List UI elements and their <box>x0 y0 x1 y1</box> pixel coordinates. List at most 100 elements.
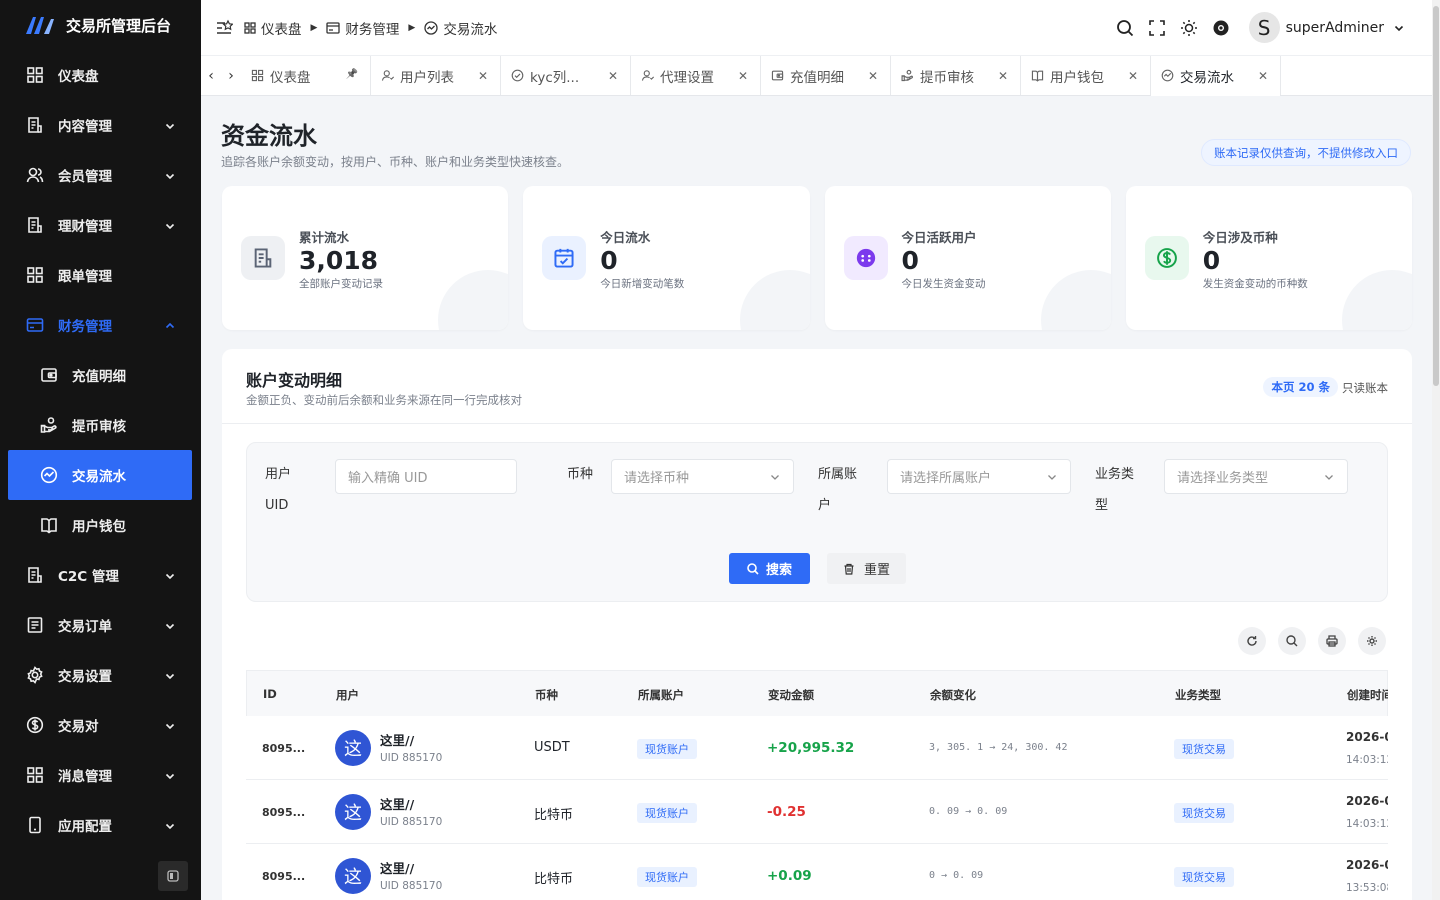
close-icon[interactable]: ✕ <box>478 69 488 83</box>
breadcrumb-item-dashboard[interactable]: 仪表盘 <box>244 18 302 38</box>
page-scrollbar[interactable] <box>1432 0 1440 900</box>
sidebar-item-label: C2C 管理 <box>58 569 119 585</box>
sidebar-item-11[interactable]: 交易订单 <box>0 600 201 650</box>
menu-fold-button[interactable] <box>214 18 234 38</box>
tab-7[interactable]: 交易流水 ✕ <box>1151 56 1281 96</box>
tab-3[interactable]: 代理设置 ✕ <box>631 56 761 95</box>
sidebar-item-4[interactable]: 跟单管理 <box>0 250 201 300</box>
sidebar-item-14[interactable]: 消息管理 <box>0 750 201 800</box>
search-button[interactable]: 搜索 <box>729 553 810 584</box>
print-button[interactable] <box>1318 627 1346 655</box>
uid-input[interactable]: 输入精确 UID <box>335 459 517 494</box>
tab-scroll-left-button[interactable]: ‹ <box>201 56 221 95</box>
sidebar-item-7[interactable]: 提币审核 <box>0 400 201 450</box>
created-date: 2026-0 <box>1346 858 1388 872</box>
sidebar-item-10[interactable]: C2C 管理 <box>0 550 201 600</box>
sidebar-item-3[interactable]: 理财管理 <box>0 200 201 250</box>
breadcrumb-item-finance[interactable]: 财务管理 <box>326 18 399 38</box>
grid-icon <box>244 21 256 34</box>
tab-0[interactable]: 仪表盘 📌 <box>241 56 371 95</box>
grid-icon <box>26 766 44 784</box>
sidebar-item-label: 仪表盘 <box>58 69 99 85</box>
sidebar-item-icon-wrap <box>40 516 58 534</box>
close-icon[interactable]: ✕ <box>868 69 878 83</box>
stat-decoration <box>1040 270 1111 330</box>
stat-value: 3,018 <box>299 246 379 275</box>
tab-4[interactable]: 充值明细 ✕ <box>761 56 891 95</box>
reset-button[interactable]: 重置 <box>827 553 906 584</box>
coin-select[interactable]: 请选择币种 <box>611 459 794 494</box>
user-name: 这里// <box>380 733 415 748</box>
biz-type-select[interactable]: 请选择业务类型 <box>1164 459 1348 494</box>
refresh-button[interactable] <box>1238 627 1266 655</box>
tab-5[interactable]: 提币审核 ✕ <box>891 56 1021 95</box>
account-select[interactable]: 请选择所属账户 <box>887 459 1071 494</box>
close-icon[interactable]: ✕ <box>1258 69 1268 83</box>
table-row[interactable]: 8095... 这这里// UID 885170 比特币 现货账户 -0.25 0. 09 … <box>246 780 1388 844</box>
tab-2[interactable]: kyc列... ✕ <box>501 56 631 95</box>
column-header-3[interactable]: 所属账户 <box>638 687 684 703</box>
column-header-2[interactable]: 币种 <box>535 687 558 703</box>
sidebar-item-icon-wrap <box>26 566 44 584</box>
created-time: 13:53:08 <box>1346 882 1388 894</box>
stat-card-2: 今日活跃用户 0 今日发生资金变动 <box>824 186 1111 330</box>
stat-icon-wrap <box>241 236 285 280</box>
sun-icon <box>1180 19 1197 36</box>
table-row[interactable]: 8095... 这这里// UID 885170 比特币 现货账户 +0.09 0 → 0.… <box>246 844 1388 900</box>
theme-toggle-button[interactable] <box>1173 12 1205 44</box>
sidebar-item-8[interactable]: 交易流水 <box>8 450 192 500</box>
sidebar-item-icon-wrap <box>26 266 44 284</box>
column-header-7[interactable]: 创建时间 <box>1347 687 1388 703</box>
tab-6[interactable]: 用户钱包 ✕ <box>1021 56 1151 95</box>
column-header-5[interactable]: 余额变化 <box>930 687 976 703</box>
reset-button-label: 重置 <box>863 563 890 578</box>
balance-change: 0 → 0. 09 <box>929 870 984 881</box>
tab-scroll-right-button[interactable]: › <box>221 56 241 95</box>
fullscreen-button[interactable] <box>1141 12 1173 44</box>
sidebar-item-15[interactable]: 应用配置 <box>0 800 201 850</box>
sidebar-item-0[interactable]: 仪表盘 <box>0 50 201 100</box>
sidebar-item-12[interactable]: 交易设置 <box>0 650 201 700</box>
sidebar-item-1[interactable]: 内容管理 <box>0 100 201 150</box>
sidebar-item-label: 应用配置 <box>58 819 112 835</box>
tab-1[interactable]: 用户列表 ✕ <box>371 56 501 95</box>
wallet-icon <box>771 69 784 82</box>
close-icon[interactable]: ✕ <box>608 69 618 83</box>
collapse-sidebar-button[interactable] <box>158 861 188 891</box>
sidebar-item-5[interactable]: 财务管理 <box>0 300 201 350</box>
table-row[interactable]: 8095... 这这里// UID 885170 USDT 现货账户 +20,995.32… <box>246 716 1388 780</box>
sidebar-item-label: 交易流水 <box>72 469 126 485</box>
breadcrumb-item-flow[interactable]: 交易流水 <box>424 18 497 38</box>
column-settings-button[interactable] <box>1358 627 1386 655</box>
column-header-4[interactable]: 变动金额 <box>768 687 814 703</box>
column-header-0[interactable]: ID <box>263 687 277 701</box>
pin-icon[interactable]: 📌 <box>346 69 358 80</box>
column-header-1[interactable]: 用户 <box>336 687 359 703</box>
search-toggle-button[interactable] <box>1278 627 1306 655</box>
sidebar-item-13[interactable]: 交易对 <box>0 700 201 750</box>
user-avatar[interactable]: S <box>1248 12 1280 43</box>
stat-desc: 今日发生资金变动 <box>901 278 986 290</box>
menu-fold-icon <box>217 19 233 34</box>
close-icon[interactable]: ✕ <box>1128 69 1138 83</box>
sidebar-item-9[interactable]: 用户钱包 <box>0 500 201 550</box>
card-icon <box>326 21 341 34</box>
stat-desc: 今日新增变动笔数 <box>600 278 685 290</box>
stat-card-3: 今日涉及币种 0 发生资金变动的币种数 <box>1125 186 1412 330</box>
sidebar-item-2[interactable]: 会员管理 <box>0 150 201 200</box>
sidebar-item-6[interactable]: 充值明细 <box>0 350 201 400</box>
created-time: 14:03:12 <box>1346 818 1388 830</box>
column-header-6[interactable]: 业务类型 <box>1175 687 1221 703</box>
logo[interactable]: 交易所管理后台 <box>0 0 201 50</box>
close-icon[interactable]: ✕ <box>998 69 1008 83</box>
search-button[interactable] <box>1109 12 1141 44</box>
user-name[interactable]: superAdminer <box>1286 20 1384 36</box>
chevron-down-icon[interactable] <box>1394 23 1404 33</box>
sidebar-item-icon-wrap <box>26 716 44 734</box>
scrollbar-thumb[interactable] <box>1433 6 1439 386</box>
chevron-down-icon <box>165 769 175 780</box>
close-icon[interactable]: ✕ <box>738 69 748 83</box>
coin-icon <box>26 716 44 734</box>
preferences-button[interactable] <box>1205 12 1237 44</box>
breadcrumb-separator-icon: ▶ <box>310 22 318 33</box>
